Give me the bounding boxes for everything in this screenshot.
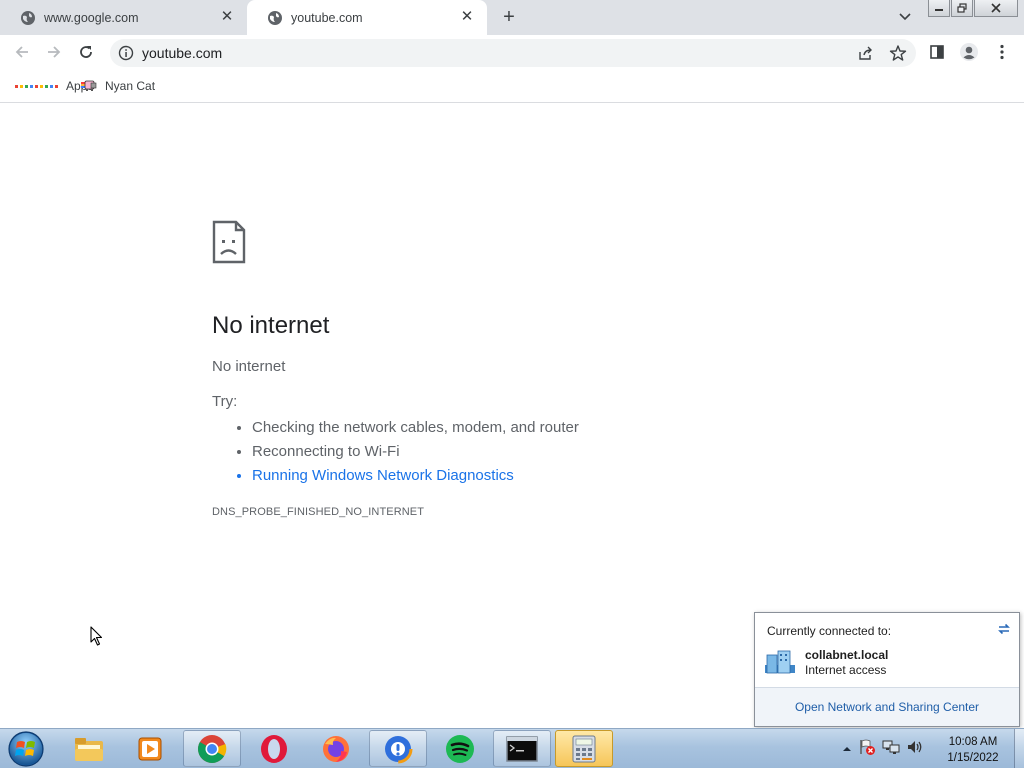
firefox-icon xyxy=(323,735,349,762)
show-hidden-icons-icon[interactable] xyxy=(842,740,852,758)
taskbar: 10:08 AM 1/15/2022 xyxy=(0,728,1024,768)
site-info-icon[interactable] xyxy=(118,45,134,61)
address-input[interactable] xyxy=(142,39,842,67)
taskbar-windows-explorer[interactable] xyxy=(60,730,118,767)
command-prompt-icon xyxy=(506,735,538,762)
close-tab-icon[interactable]: ✕ xyxy=(459,9,475,25)
network-diagnostics-link[interactable]: Running Windows Network Diagnostics xyxy=(252,464,812,488)
menu-kebab-icon[interactable] xyxy=(991,41,1013,63)
close-tab-icon[interactable]: ✕ xyxy=(219,9,235,25)
action-center-flag-icon[interactable] xyxy=(858,738,876,761)
address-bar[interactable] xyxy=(110,39,916,67)
chrome-icon xyxy=(198,734,227,763)
new-tab-button[interactable]: + xyxy=(498,6,520,28)
reload-button[interactable] xyxy=(75,41,97,63)
share-icon[interactable] xyxy=(858,45,874,61)
clock-time: 10:08 AM xyxy=(948,736,998,748)
taskbar-command-prompt[interactable] xyxy=(493,730,551,767)
taskbar-clock[interactable]: 10:08 AM 1/15/2022 xyxy=(940,734,1006,766)
restore-button[interactable] xyxy=(951,0,973,17)
suggestion-item: Checking the network cables, modem, and … xyxy=(252,416,812,440)
network-building-icon xyxy=(764,649,796,675)
browser-toolbar xyxy=(0,35,1024,70)
network-sharing-center-link[interactable]: Open Network and Sharing Center xyxy=(755,687,1019,726)
tab-title: youtube.com xyxy=(291,10,363,25)
taskbar-avast-browser[interactable] xyxy=(369,730,427,767)
tab-strip: www.google.com ✕ youtube.com ✕ + xyxy=(0,0,1024,35)
folder-icon xyxy=(75,737,103,761)
taskbar-chrome[interactable] xyxy=(183,730,241,767)
network-tray-icon[interactable] xyxy=(882,738,900,761)
tab-youtube[interactable]: youtube.com ✕ xyxy=(247,0,487,35)
avast-browser-icon xyxy=(383,734,413,763)
side-panel-icon[interactable] xyxy=(926,41,948,63)
nyan-cat-icon xyxy=(81,80,97,92)
error-subtitle: No internet xyxy=(212,358,286,375)
error-title: No internet xyxy=(212,312,330,339)
bookmark-label: Nyan Cat xyxy=(105,79,156,93)
volume-icon[interactable] xyxy=(906,738,924,761)
flyout-header: Currently connected to: xyxy=(767,624,892,638)
try-label: Try: xyxy=(212,393,238,410)
globe-icon xyxy=(267,10,283,26)
media-player-icon xyxy=(138,737,162,760)
system-tray xyxy=(842,733,924,765)
forward-button[interactable] xyxy=(43,41,65,63)
taskbar-opera[interactable] xyxy=(245,730,303,767)
tab-google[interactable]: www.google.com ✕ xyxy=(0,0,247,35)
clock-date: 1/15/2022 xyxy=(947,752,999,764)
suggestion-item: Reconnecting to Wi-Fi xyxy=(252,440,812,464)
globe-icon xyxy=(20,10,36,26)
suggestion-list: Checking the network cables, modem, and … xyxy=(252,416,812,488)
show-desktop-button[interactable] xyxy=(1014,729,1024,768)
taskbar-firefox[interactable] xyxy=(307,730,365,767)
tab-title: www.google.com xyxy=(44,10,139,25)
profile-avatar-icon[interactable] xyxy=(958,41,980,63)
tab-search-chevron-icon[interactable] xyxy=(895,8,915,26)
taskbar-spotify[interactable] xyxy=(431,730,489,767)
mouse-cursor-icon xyxy=(90,626,104,646)
refresh-arrows-icon[interactable] xyxy=(996,621,1012,637)
spotify-icon xyxy=(446,734,474,763)
bookmark-star-icon[interactable] xyxy=(889,44,907,62)
bookmark-nyan-cat[interactable]: Nyan Cat xyxy=(81,76,155,96)
error-code: DNS_PROBE_FINISHED_NO_INTERNET xyxy=(212,506,425,518)
network-flyout: Currently connected to: collabnet.local … xyxy=(754,612,1020,727)
network-name: collabnet.local xyxy=(805,648,889,662)
minimize-button[interactable] xyxy=(928,0,950,17)
apps-grid-icon xyxy=(15,84,58,88)
calculator-icon xyxy=(572,735,596,762)
error-page: No internet No internet Try: Checking th… xyxy=(212,220,812,518)
window-controls xyxy=(928,0,1018,17)
start-button[interactable] xyxy=(6,730,46,768)
network-status: Internet access xyxy=(805,663,887,677)
close-window-button[interactable] xyxy=(974,0,1018,17)
taskbar-media-player[interactable] xyxy=(121,730,179,767)
back-button[interactable] xyxy=(11,41,33,63)
taskbar-calculator[interactable] xyxy=(555,730,613,767)
bookmarks-bar: Apps Nyan Cat xyxy=(0,70,1024,103)
sad-page-icon xyxy=(212,220,246,264)
opera-icon xyxy=(261,734,287,763)
